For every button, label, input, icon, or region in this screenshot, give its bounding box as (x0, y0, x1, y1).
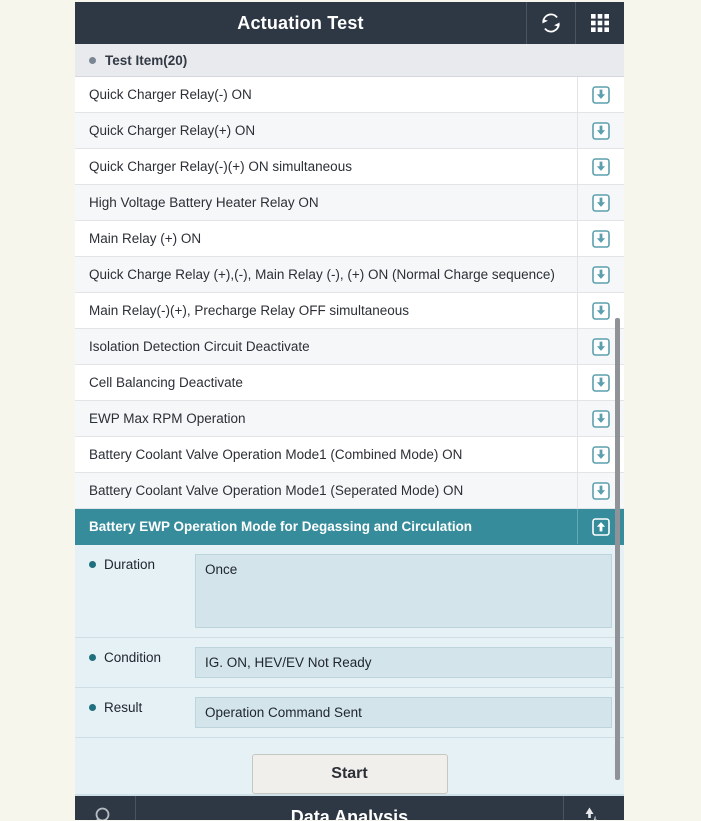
table-row[interactable]: Battery Coolant Valve Operation Mode1 (C… (75, 437, 624, 473)
download-button[interactable] (577, 293, 624, 328)
download-icon (592, 409, 610, 428)
test-item-count-label: Test Item(20) (105, 52, 188, 68)
download-button[interactable] (577, 185, 624, 220)
test-item-label: EWP Max RPM Operation (89, 411, 246, 426)
result-field: Result Operation Command Sent (75, 688, 624, 738)
refresh-icon (540, 12, 562, 34)
test-item-label: Battery Coolant Valve Operation Mode1 (S… (89, 483, 464, 498)
table-row[interactable]: EWP Max RPM Operation (75, 401, 624, 437)
download-button[interactable] (577, 329, 624, 364)
download-icon (592, 121, 610, 140)
download-button[interactable] (577, 221, 624, 256)
download-icon (592, 193, 610, 212)
download-button[interactable] (577, 437, 624, 472)
title-bar: Actuation Test (75, 2, 624, 44)
pointer-cursor-button[interactable] (563, 796, 624, 820)
test-item-list: Quick Charger Relay(-) ON Quick Charger R… (75, 77, 624, 545)
table-row[interactable]: Main Relay (+) ON (75, 221, 624, 257)
download-button[interactable] (577, 365, 624, 400)
test-item-label: Quick Charge Relay (+),(-), Main Relay (… (89, 267, 555, 282)
result-label-wrap: Result (75, 697, 195, 715)
duration-field: Duration Once (75, 545, 624, 638)
test-item-label: Main Relay(-)(+), Precharge Relay OFF si… (89, 303, 409, 318)
condition-label: Condition (104, 650, 162, 665)
test-item-label: High Voltage Battery Heater Relay ON (89, 195, 319, 210)
duration-label-wrap: Duration (75, 554, 195, 572)
table-row[interactable]: Quick Charger Relay(+) ON (75, 113, 624, 149)
test-item-label: Main Relay (+) ON (89, 231, 202, 246)
download-button[interactable] (577, 473, 624, 508)
download-icon (592, 481, 610, 500)
actuation-test-app: Actuation Test Test Item(20) Quick Charg… (75, 2, 624, 820)
condition-value[interactable]: IG. ON, HEV/EV Not Ready (195, 647, 612, 678)
search-magnifier-icon (92, 805, 118, 820)
grid-menu-icon (590, 13, 610, 33)
table-row[interactable]: Cell Balancing Deactivate (75, 365, 624, 401)
pointer-cursor-icon (581, 805, 607, 820)
download-icon (592, 157, 610, 176)
download-icon (592, 445, 610, 464)
condition-label-wrap: Condition (75, 647, 195, 665)
download-button[interactable] (577, 77, 624, 112)
bullet-icon (89, 654, 96, 661)
test-item-label: Battery EWP Operation Mode for Degassing… (89, 519, 473, 534)
detail-panel: Duration Once Condition IG. ON, HEV/EV N… (75, 545, 624, 794)
download-button[interactable] (577, 149, 624, 184)
download-icon (592, 301, 610, 320)
test-item-header: Test Item(20) (75, 44, 624, 77)
bottom-bar: Data Analysis (75, 794, 624, 820)
search-button[interactable] (75, 796, 136, 820)
table-row[interactable]: Battery EWP Operation Mode for Degassing… (75, 509, 624, 545)
duration-value[interactable]: Once (195, 554, 612, 628)
test-item-label: Isolation Detection Circuit Deactivate (89, 339, 310, 354)
download-icon (592, 337, 610, 356)
condition-field: Condition IG. ON, HEV/EV Not Ready (75, 638, 624, 688)
download-button[interactable] (577, 401, 624, 436)
page-title: Actuation Test (237, 12, 364, 33)
download-icon (592, 229, 610, 248)
start-button[interactable]: Start (251, 754, 448, 794)
test-item-label: Quick Charger Relay(-) ON (89, 87, 252, 102)
result-label: Result (104, 700, 143, 715)
table-row[interactable]: Main Relay(-)(+), Precharge Relay OFF si… (75, 293, 624, 329)
grid-menu-button[interactable] (575, 2, 624, 44)
download-icon (592, 85, 610, 104)
upload-button[interactable] (577, 509, 624, 544)
refresh-button[interactable] (526, 2, 575, 44)
upload-icon (592, 517, 610, 536)
table-row[interactable]: Quick Charger Relay(-) ON (75, 77, 624, 113)
table-row[interactable]: Battery Coolant Valve Operation Mode1 (S… (75, 473, 624, 509)
table-row[interactable]: Quick Charge Relay (+),(-), Main Relay (… (75, 257, 624, 293)
download-button[interactable] (577, 257, 624, 292)
bullet-icon (89, 704, 96, 711)
test-item-label: Quick Charger Relay(+) ON (89, 123, 256, 138)
bullet-icon (89, 561, 96, 568)
bullet-icon (89, 56, 96, 64)
download-icon (592, 265, 610, 284)
test-item-label: Battery Coolant Valve Operation Mode1 (C… (89, 447, 463, 462)
download-icon (592, 373, 610, 392)
action-area: Start (75, 738, 624, 794)
table-row[interactable]: Quick Charger Relay(-)(+) ON simultaneou… (75, 149, 624, 185)
duration-label: Duration (104, 557, 156, 572)
result-value[interactable]: Operation Command Sent (195, 697, 612, 728)
download-button[interactable] (577, 113, 624, 148)
table-row[interactable]: Isolation Detection Circuit Deactivate (75, 329, 624, 365)
bottom-bar-title: Data Analysis (290, 807, 409, 820)
test-item-label: Cell Balancing Deactivate (89, 375, 243, 390)
table-row[interactable]: High Voltage Battery Heater Relay ON (75, 185, 624, 221)
test-item-label: Quick Charger Relay(-)(+) ON simultaneou… (89, 159, 352, 174)
